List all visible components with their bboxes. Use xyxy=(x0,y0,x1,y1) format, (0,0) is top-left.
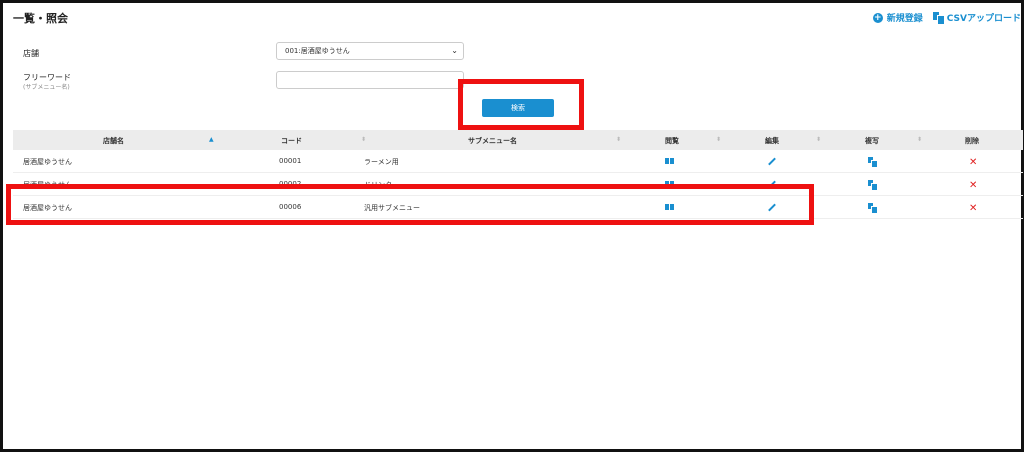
cell-code: 00002 xyxy=(279,180,302,188)
copy-icon[interactable] xyxy=(868,157,878,168)
close-icon[interactable]: ✕ xyxy=(969,180,977,191)
add-circle-icon: + xyxy=(872,12,883,23)
store-select-value: 001:居酒屋ゆうせん xyxy=(285,47,350,55)
cell-code: 00006 xyxy=(279,203,302,211)
copy-icon[interactable] xyxy=(868,203,878,214)
table-header: 店舗名 ▲ コード ⬍ サブメニュー名 ⬍ 閲覧 ⬍ 編集 ⬍ 複写 ⬍ 削除 xyxy=(13,130,1023,150)
copy-icon[interactable] xyxy=(868,180,878,191)
cell-code: 00001 xyxy=(279,157,302,165)
new-register-button[interactable]: + 新規登録 xyxy=(872,11,923,24)
close-icon[interactable]: ✕ xyxy=(969,203,977,214)
app-frame: 一覧・照会 + 新規登録 CSVアップロード 店舗 001:居酒屋ゆうせん ⌄ … xyxy=(0,0,1024,452)
col-view: 閲覧 xyxy=(665,137,679,145)
pencil-icon[interactable] xyxy=(767,180,777,190)
cell-submenu: ドリンク xyxy=(364,181,392,189)
results-table: 店舗名 ▲ コード ⬍ サブメニュー名 ⬍ 閲覧 ⬍ 編集 ⬍ 複写 ⬍ 削除 … xyxy=(13,130,1023,219)
page-title: 一覧・照会 xyxy=(13,12,68,25)
sort-asc-icon[interactable]: ▲ xyxy=(209,136,214,143)
free-word-sublabel: (サブメニュー名) xyxy=(23,84,70,91)
table-row: 居酒屋ゆうせん 00002 ドリンク ✕ xyxy=(13,173,1023,196)
col-submenu: サブメニュー名 xyxy=(468,137,517,145)
book-icon[interactable] xyxy=(665,203,675,213)
pencil-icon[interactable] xyxy=(767,157,777,167)
chevron-down-icon: ⌄ xyxy=(451,46,458,55)
col-code: コード xyxy=(281,137,302,145)
cell-store: 居酒屋ゆうせん xyxy=(23,204,72,212)
new-register-label: 新規登録 xyxy=(886,14,923,24)
copy-icon xyxy=(932,12,945,25)
top-actions: + 新規登録 CSVアップロード xyxy=(872,11,1021,25)
free-word-input[interactable] xyxy=(276,71,464,89)
sort-icon[interactable]: ⬍ xyxy=(361,136,366,143)
cell-store: 居酒屋ゆうせん xyxy=(23,158,72,166)
search-button[interactable]: 検索 xyxy=(482,99,554,117)
sort-icon[interactable]: ⬍ xyxy=(917,136,922,143)
store-select[interactable]: 001:居酒屋ゆうせん ⌄ xyxy=(276,42,464,60)
col-copy: 複写 xyxy=(865,137,879,145)
sort-icon[interactable]: ⬍ xyxy=(616,136,621,143)
sort-icon[interactable]: ⬍ xyxy=(716,136,721,143)
store-label: 店舗 xyxy=(23,49,39,58)
cell-submenu: 汎用サブメニュー xyxy=(364,204,420,212)
col-delete: 削除 xyxy=(965,137,979,145)
table-row: 居酒屋ゆうせん 00001 ラーメン用 ✕ xyxy=(13,150,1023,173)
cell-store: 居酒屋ゆうせん xyxy=(23,181,72,189)
csv-upload-button[interactable]: CSVアップロード xyxy=(932,11,1021,25)
col-store: 店舗名 xyxy=(103,137,124,145)
cell-submenu: ラーメン用 xyxy=(364,158,399,166)
book-icon[interactable] xyxy=(665,157,675,167)
table-row: 居酒屋ゆうせん 00006 汎用サブメニュー ✕ xyxy=(13,196,1023,219)
sort-icon[interactable]: ⬍ xyxy=(816,136,821,143)
pencil-icon[interactable] xyxy=(767,203,777,213)
col-edit: 編集 xyxy=(765,137,779,145)
csv-upload-label: CSVアップロード xyxy=(946,14,1021,24)
book-icon[interactable] xyxy=(665,180,675,190)
close-icon[interactable]: ✕ xyxy=(969,157,977,168)
